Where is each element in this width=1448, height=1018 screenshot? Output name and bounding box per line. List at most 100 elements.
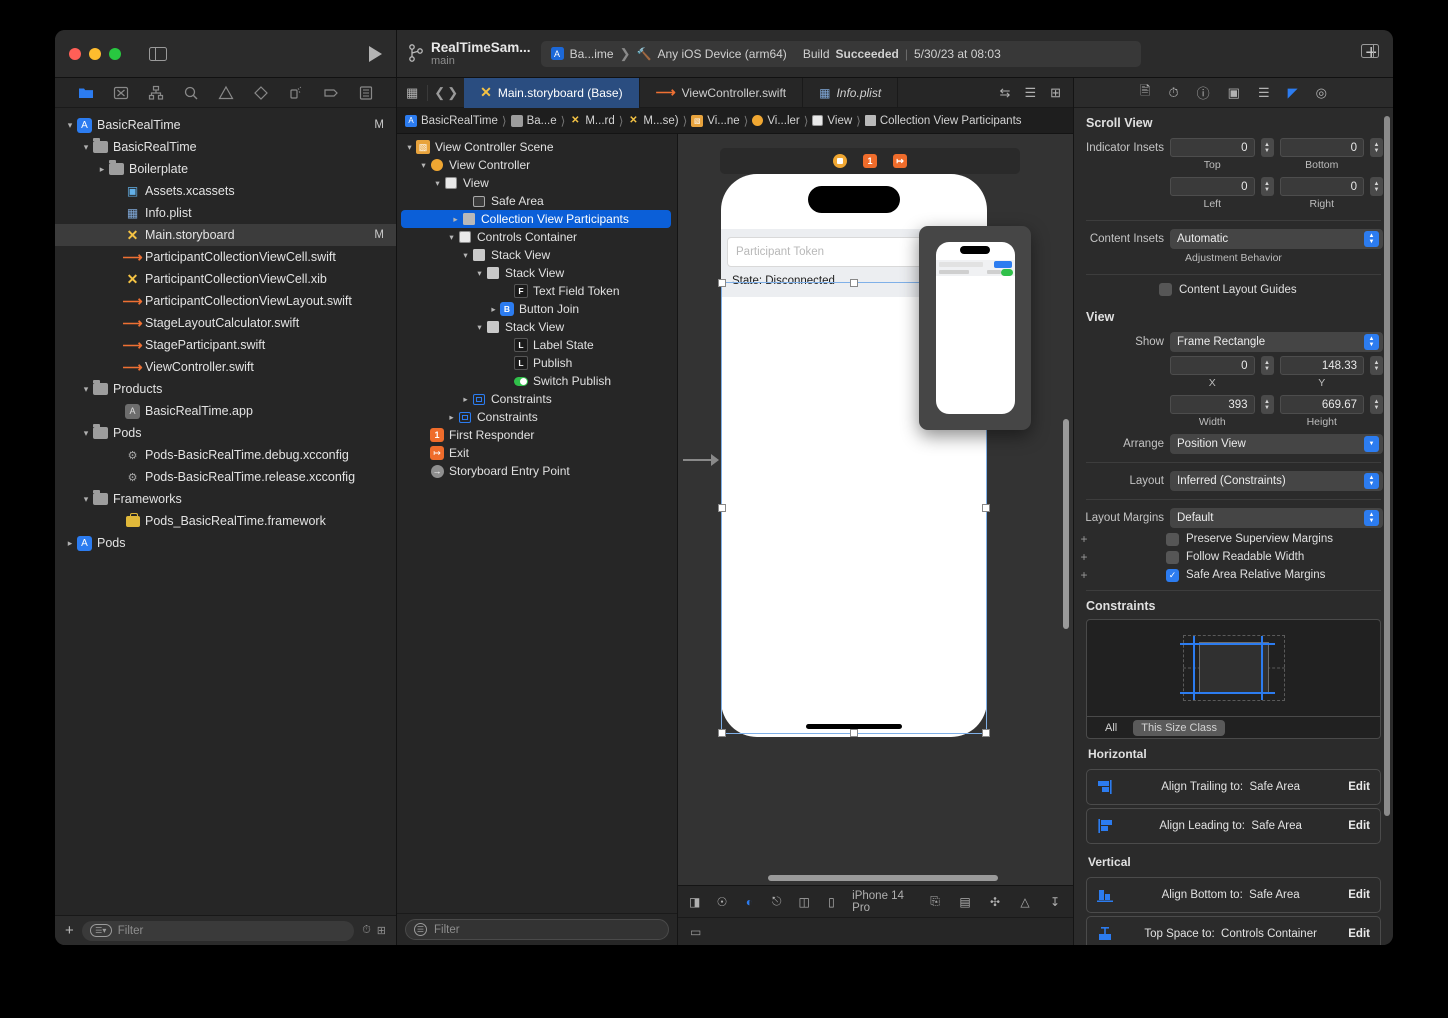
build-status-bar[interactable]: A Ba...ime ❯ 🔨 Any iOS Device (arm64) Bu… bbox=[541, 41, 1141, 67]
breakpoint-icon[interactable] bbox=[323, 85, 339, 101]
inspector-toggle-icon[interactable] bbox=[1361, 44, 1379, 58]
edit-constraint-button[interactable]: Edit bbox=[1348, 781, 1370, 793]
frame-height-field[interactable]: 669.67 bbox=[1280, 395, 1365, 414]
frame-x-field[interactable]: 0 bbox=[1170, 356, 1255, 375]
breadcrumb-item[interactable]: ▧Vi...ne bbox=[691, 115, 739, 127]
indicator-inset-right-field[interactable]: 0 bbox=[1280, 177, 1365, 196]
appearance-icon[interactable]: ◐ bbox=[743, 894, 756, 909]
navigator-item[interactable]: ▸Boilerplate bbox=[55, 158, 396, 180]
edit-constraint-button[interactable]: Edit bbox=[1348, 928, 1370, 940]
outline-item[interactable]: Switch Publish bbox=[397, 372, 677, 390]
split-view-icon[interactable]: ◫ bbox=[797, 894, 810, 909]
indicator-inset-right-stepper[interactable]: ▲▼ bbox=[1370, 177, 1383, 196]
navigator-item[interactable]: ▾Products bbox=[55, 378, 396, 400]
warning-icon[interactable] bbox=[218, 85, 234, 101]
disclosure-triangle[interactable]: ▾ bbox=[403, 142, 416, 153]
indicator-inset-left-field[interactable]: 0 bbox=[1170, 177, 1255, 196]
resolve-issues-icon[interactable]: ↧ bbox=[1047, 894, 1063, 909]
update-frames-icon[interactable]: ⎘ bbox=[927, 894, 943, 909]
source-control-filter-icon[interactable]: ⊞ bbox=[377, 924, 386, 937]
add-file-button[interactable]: + bbox=[65, 922, 74, 939]
file-inspector-icon[interactable]: 🖹 bbox=[1140, 82, 1150, 104]
show-popup[interactable]: Frame Rectangle ▲▼ bbox=[1170, 332, 1383, 352]
add-variation-icon[interactable]: + bbox=[1078, 532, 1090, 546]
indicator-inset-top-field[interactable]: 0 bbox=[1170, 138, 1255, 157]
outline-item[interactable]: ▸BButton Join bbox=[397, 300, 677, 318]
outline-item[interactable]: ▾Controls Container bbox=[397, 228, 677, 246]
outline-item[interactable]: ▸Collection View Participants bbox=[401, 210, 671, 228]
breadcrumb-item[interactable]: Ba...e bbox=[511, 115, 557, 127]
accessibility-icon[interactable]: ☉ bbox=[715, 894, 728, 909]
connections-inspector-icon[interactable]: ◎ bbox=[1316, 85, 1327, 101]
view-controller-icon[interactable] bbox=[833, 154, 847, 168]
outline-item[interactable]: ▸Constraints bbox=[397, 408, 677, 426]
breadcrumb-item[interactable]: ✕M...se) bbox=[627, 115, 678, 127]
outline-item[interactable]: FText Field Token bbox=[397, 282, 677, 300]
exit-icon[interactable]: ↦ bbox=[893, 154, 907, 168]
canvas-vertical-scrollbar[interactable] bbox=[1063, 419, 1069, 629]
outline-item[interactable]: ▾▧View Controller Scene bbox=[397, 138, 677, 156]
navigator-item[interactable]: ⟶StageParticipant.swift bbox=[55, 334, 396, 356]
navigator-item[interactable]: ▾ABasicRealTimeM bbox=[55, 114, 396, 136]
disclosure-triangle[interactable]: ▾ bbox=[79, 142, 93, 153]
disclosure-triangle[interactable]: ▾ bbox=[445, 232, 458, 243]
arrange-popup[interactable]: Position View ▼ bbox=[1170, 434, 1383, 454]
minimize-button[interactable] bbox=[89, 48, 101, 60]
frame-height-stepper[interactable]: ▲▼ bbox=[1370, 395, 1383, 414]
disclosure-triangle[interactable]: ▸ bbox=[487, 304, 500, 315]
disclosure-triangle[interactable]: ▾ bbox=[79, 384, 93, 395]
frame-width-stepper[interactable]: ▲▼ bbox=[1261, 395, 1274, 414]
run-button[interactable] bbox=[369, 46, 382, 62]
storyboard-canvas[interactable]: 1 ↦ Participant Token State: Disconnecte… bbox=[678, 134, 1073, 885]
tab-info-plist[interactable]: ▦ Info.plist bbox=[803, 78, 898, 108]
orientation-icon[interactable]: ⎋ bbox=[770, 894, 783, 909]
constraint-row-top-space[interactable]: Top Space to: Controls Container Edit bbox=[1086, 916, 1381, 945]
disclosure-triangle[interactable]: ▸ bbox=[95, 164, 109, 175]
swap-editor-icon[interactable]: ⇆ bbox=[1000, 85, 1011, 101]
tab-viewcontroller-swift[interactable]: ⟶ ViewController.swift bbox=[640, 78, 804, 108]
recent-files-icon[interactable]: ⏱ bbox=[362, 924, 371, 937]
outline-item[interactable]: ▾Stack View bbox=[397, 318, 677, 336]
navigator-filter-input[interactable]: ☰▾ Filter bbox=[82, 921, 354, 941]
outline-item[interactable]: LLabel State bbox=[397, 336, 677, 354]
disclosure-triangle[interactable]: ▾ bbox=[431, 178, 444, 189]
tab-all-constraints[interactable]: All bbox=[1097, 720, 1125, 736]
device-name-label[interactable]: iPhone 14 Pro bbox=[852, 890, 913, 914]
outline-item[interactable]: ▾View bbox=[397, 174, 677, 192]
scene-dock[interactable]: 1 ↦ bbox=[720, 148, 1020, 174]
sidebar-toggle-icon[interactable] bbox=[149, 47, 167, 61]
indicator-inset-bottom-field[interactable]: 0 bbox=[1280, 138, 1365, 157]
constraints-diagram-box[interactable]: All This Size Class bbox=[1086, 619, 1381, 739]
constraints-diagram[interactable] bbox=[1087, 620, 1380, 716]
canvas-horizontal-scrollbar[interactable] bbox=[768, 875, 998, 881]
content-layout-guides-checkbox[interactable] bbox=[1159, 283, 1172, 296]
disclosure-triangle[interactable]: ▸ bbox=[449, 214, 462, 225]
outline-item[interactable]: LPublish bbox=[397, 354, 677, 372]
add-variation-icon[interactable]: + bbox=[1078, 550, 1090, 564]
outline-filter-input[interactable]: ☰ Filter bbox=[405, 919, 669, 940]
constraint-row-align-bottom[interactable]: Align Bottom to: Safe Area Edit bbox=[1086, 877, 1381, 913]
device-preview-popup[interactable] bbox=[919, 226, 1031, 430]
edit-constraint-button[interactable]: Edit bbox=[1348, 889, 1370, 901]
disclosure-triangle[interactable]: ▾ bbox=[79, 428, 93, 439]
disclosure-triangle[interactable]: ▾ bbox=[79, 494, 93, 505]
resize-handle[interactable] bbox=[982, 729, 990, 737]
content-insets-popup[interactable]: Automatic ▲▼ bbox=[1170, 229, 1383, 249]
device-icon[interactable]: ▯ bbox=[825, 894, 838, 909]
frame-y-stepper[interactable]: ▲▼ bbox=[1370, 356, 1383, 375]
follow-readable-width-checkbox[interactable] bbox=[1166, 551, 1179, 564]
source-control-icon[interactable] bbox=[113, 85, 129, 101]
navigator-item[interactable]: ⟶ViewController.swift bbox=[55, 356, 396, 378]
embed-in-icon[interactable]: ▤ bbox=[957, 894, 973, 909]
size-inspector-icon[interactable]: ◤ bbox=[1288, 85, 1298, 101]
inspector-scrollbar[interactable] bbox=[1384, 116, 1390, 816]
indicator-inset-left-stepper[interactable]: ▲▼ bbox=[1261, 177, 1274, 196]
debug-icon[interactable] bbox=[288, 85, 304, 101]
breadcrumb-item[interactable]: View bbox=[812, 115, 852, 127]
outline-item[interactable]: ▾Stack View bbox=[397, 264, 677, 282]
navigator-item[interactable]: ⚙Pods-BasicRealTime.debug.xcconfig bbox=[55, 444, 396, 466]
top-constraint-line[interactable] bbox=[1180, 643, 1275, 645]
navigator-item[interactable]: ⚙Pods-BasicRealTime.release.xcconfig bbox=[55, 466, 396, 488]
navigator-item[interactable]: ⟶ParticipantCollectionViewLayout.swift bbox=[55, 290, 396, 312]
scheme-selector[interactable]: RealTimeSam... main bbox=[409, 40, 531, 67]
